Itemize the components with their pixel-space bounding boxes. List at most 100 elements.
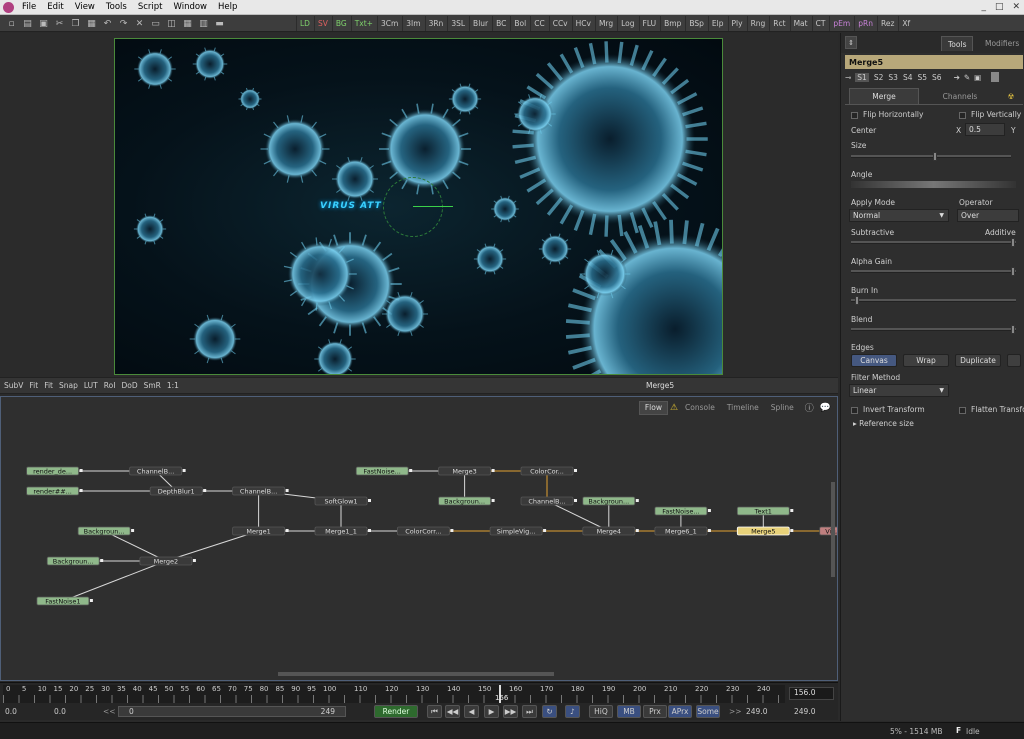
play-icon[interactable]: ▶ <box>484 705 499 718</box>
flow-node[interactable]: FastNoise... <box>654 506 711 516</box>
tab-timeline[interactable]: Timeline <box>722 401 764 415</box>
edges-canvas-button[interactable]: Canvas <box>851 354 897 367</box>
blend-slider[interactable] <box>851 325 1016 334</box>
flow-node[interactable]: DepthBlur1 <box>149 486 207 496</box>
viewer-image[interactable]: VIRUS ATT <box>114 38 723 375</box>
tool-button-xf[interactable]: Xf <box>898 16 913 31</box>
viewer-option-1[interactable]: Fit <box>29 381 38 390</box>
tool-button-ccv[interactable]: CCv <box>548 16 571 31</box>
open-file-icon[interactable]: ▤ <box>20 17 35 31</box>
tab-spline[interactable]: Spline <box>766 401 799 415</box>
info-icon[interactable]: ⓘ <box>805 401 814 414</box>
node-output-port[interactable] <box>203 489 207 492</box>
flow-hscroll[interactable] <box>278 672 554 676</box>
comment-icon[interactable]: 💬 <box>820 403 831 413</box>
tool-button-mrg[interactable]: Mrg <box>594 16 616 31</box>
viewer-option-5[interactable]: RoI <box>104 381 116 390</box>
play-back-icon[interactable]: ◀ <box>464 705 479 718</box>
flatten-transform-checkbox[interactable]: Flatten Transfo <box>959 405 1024 414</box>
layout-single-icon[interactable]: ▭ <box>148 17 163 31</box>
quality-mb[interactable]: MB <box>617 705 641 718</box>
flow-editor[interactable]: render_de... ChannelB... render##... DepthB… <box>0 396 838 681</box>
flow-node[interactable]: Merge5 <box>736 526 794 536</box>
tool-button-elp[interactable]: Elp <box>707 16 727 31</box>
render-start[interactable]: 0.0 <box>54 707 66 716</box>
panel-toggle-icon[interactable] <box>991 72 1000 82</box>
viewer-option-4[interactable]: LUT <box>84 381 98 390</box>
node-output-port[interactable] <box>450 529 454 532</box>
edges-duplicate-button[interactable]: Duplicate <box>955 354 1001 367</box>
flow-node[interactable]: Merge6_1 <box>654 526 711 536</box>
tool-button-3sl[interactable]: 3SL <box>447 16 468 31</box>
quality-hiq[interactable]: HiQ <box>589 705 613 718</box>
tool-button-log[interactable]: Log <box>617 16 637 31</box>
tool-header[interactable]: Merge5 <box>845 55 1023 69</box>
tool-button-ld[interactable]: LD <box>296 16 313 31</box>
node-output-port[interactable] <box>368 499 371 502</box>
node-output-port[interactable] <box>100 559 104 562</box>
tool-button-ply[interactable]: Ply <box>727 16 746 31</box>
filter-method-dropdown[interactable]: Linear ▼ <box>849 384 949 397</box>
panel-menu-icon[interactable]: ⇕ <box>845 36 857 49</box>
edges-more-button[interactable] <box>1007 354 1021 367</box>
tool-button-blur[interactable]: Blur <box>469 16 491 31</box>
tool-button-hcv[interactable]: HCv <box>571 16 594 31</box>
pin-icon[interactable]: ⊸ <box>845 73 851 82</box>
flow-node[interactable]: render##... <box>26 486 83 496</box>
step-forward-icon[interactable]: ▶▶ <box>503 705 518 718</box>
scissors-icon[interactable]: ✕ <box>132 17 147 31</box>
layout-wide-icon[interactable]: ▬ <box>212 17 227 31</box>
render-button[interactable]: Render <box>374 705 418 718</box>
center-x-field[interactable]: 0.5 <box>965 123 1005 136</box>
tool-button-bmp[interactable]: Bmp <box>660 16 684 31</box>
flow-node[interactable]: SoftGlow1 <box>314 496 371 506</box>
viewer-option-3[interactable]: Snap <box>59 381 78 390</box>
tab-modifiers[interactable]: Modifiers <box>979 36 1024 51</box>
tool-button-rct[interactable]: Rct <box>769 16 788 31</box>
slot-s4[interactable]: S4 <box>903 73 913 82</box>
flow-node[interactable]: ChannelB... <box>232 486 289 496</box>
tool-button-rng[interactable]: Rng <box>746 16 769 31</box>
slot-s1[interactable]: S1 <box>855 72 869 82</box>
redo-icon[interactable]: ↷ <box>116 17 131 31</box>
range-forward-icon[interactable]: >> <box>729 707 742 716</box>
node-output-port[interactable] <box>543 529 547 532</box>
flow-node[interactable]: Text1 <box>736 506 794 516</box>
flow-node[interactable]: Merge4 <box>582 526 639 536</box>
menu-view[interactable]: View <box>75 2 95 12</box>
viewer-option-6[interactable]: DoD <box>121 381 137 390</box>
flow-node[interactable]: Backgroun... <box>582 496 639 506</box>
viewer-option-7[interactable]: SmR <box>144 381 161 390</box>
tool-button-3im[interactable]: 3Im <box>402 16 423 31</box>
flip-h-checkbox[interactable]: Flip Horizontally <box>851 110 923 119</box>
quality-prx[interactable]: Prx <box>643 705 667 718</box>
tab-flow[interactable]: Flow <box>638 400 668 415</box>
node-output-port[interactable] <box>409 469 413 472</box>
slot-s5[interactable]: S5 <box>917 73 927 82</box>
node-output-port[interactable] <box>79 489 83 492</box>
node-output-port[interactable] <box>635 529 639 532</box>
viewer-option-0[interactable]: SubV <box>4 381 23 390</box>
flow-node[interactable]: ChannelB... <box>520 496 577 506</box>
node-output-port[interactable] <box>182 469 186 472</box>
global-end[interactable]: 249.0 <box>794 707 815 716</box>
flow-vscroll[interactable] <box>831 482 835 577</box>
tab-merge[interactable]: Merge <box>849 88 919 104</box>
end-time[interactable]: 249.0 <box>746 707 767 716</box>
node-output-port[interactable] <box>707 509 711 512</box>
cut-icon[interactable]: ✂ <box>52 17 67 31</box>
node-output-port[interactable] <box>491 499 495 502</box>
minimize-icon[interactable]: _ <box>981 2 986 12</box>
menu-file[interactable]: File <box>22 2 36 12</box>
quality-some[interactable]: Some <box>696 705 720 718</box>
menu-tools[interactable]: Tools <box>106 2 127 12</box>
invert-transform-checkbox[interactable]: Invert Transform <box>851 405 925 414</box>
close-icon[interactable]: ✕ <box>1012 2 1020 12</box>
node-output-port[interactable] <box>491 469 495 472</box>
merge-center-widget[interactable] <box>383 177 443 237</box>
go-start-icon[interactable]: ⏮ <box>427 705 442 718</box>
new-file-icon[interactable]: ▫ <box>4 17 19 31</box>
tool-button-bg[interactable]: BG <box>331 16 350 31</box>
menu-help[interactable]: Help <box>218 2 237 12</box>
reference-size-toggle[interactable]: ▸ Reference size <box>853 419 914 428</box>
